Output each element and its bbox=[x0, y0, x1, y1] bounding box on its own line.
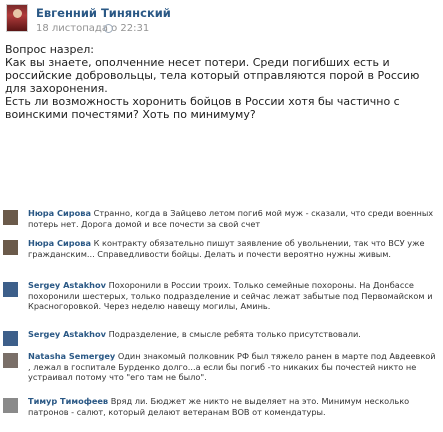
comment-body: Нюра Сирова К контракту обязательно пишу… bbox=[28, 238, 438, 259]
comment-text: Подразделение, в смысле ребята только пр… bbox=[108, 329, 361, 339]
commenter-name[interactable]: Нюра Сирова bbox=[28, 238, 91, 248]
comment-body: Sergey Astakhov Похоронили в России трои… bbox=[28, 280, 438, 312]
commenter-avatar[interactable] bbox=[3, 240, 18, 255]
author-name[interactable]: Евгенний Тинянский bbox=[36, 6, 171, 20]
commenter-avatar[interactable] bbox=[3, 282, 18, 297]
commenter-avatar[interactable] bbox=[3, 353, 18, 368]
commenter-name[interactable]: Нюра Сирова bbox=[28, 208, 91, 218]
post-paragraph: Как вы знаете, ополченние несет потери. … bbox=[5, 55, 420, 95]
post-paragraph: Есть ли возможность хоронить бойцов в Ро… bbox=[5, 94, 400, 121]
commenter-avatar[interactable] bbox=[3, 398, 18, 413]
author-avatar[interactable] bbox=[6, 4, 28, 32]
comment-body: Нюра Сирова Странно, когда в Зайцево лет… bbox=[28, 208, 438, 229]
post-card: Евгенний Тинянский 18 листопада о 22:31 … bbox=[0, 0, 443, 432]
comment-body: Тимур Тимофеев Вряд ли. Бюджет же никто … bbox=[28, 396, 438, 417]
commenter-name[interactable]: Natasha Semergey bbox=[28, 351, 115, 361]
commenter-name[interactable]: Тимур Тимофеев bbox=[28, 396, 108, 406]
post-paragraph: Вопрос назрел: bbox=[5, 43, 94, 56]
commenter-avatar[interactable] bbox=[3, 210, 18, 225]
commenter-avatar[interactable] bbox=[3, 331, 18, 346]
comment-body: Natasha Semergey Один знакомый полковник… bbox=[28, 351, 438, 383]
comment-body: Sergey Astakhov Подразделение, в смысле … bbox=[28, 329, 438, 340]
commenter-name[interactable]: Sergey Astakhov bbox=[28, 280, 106, 290]
commenter-name[interactable]: Sergey Astakhov bbox=[28, 329, 106, 339]
globe-icon bbox=[104, 24, 113, 33]
post-text: Вопрос назрел: Как вы знаете, ополченние… bbox=[5, 43, 439, 121]
post-date[interactable]: 18 листопада о 22:31 bbox=[36, 23, 149, 34]
